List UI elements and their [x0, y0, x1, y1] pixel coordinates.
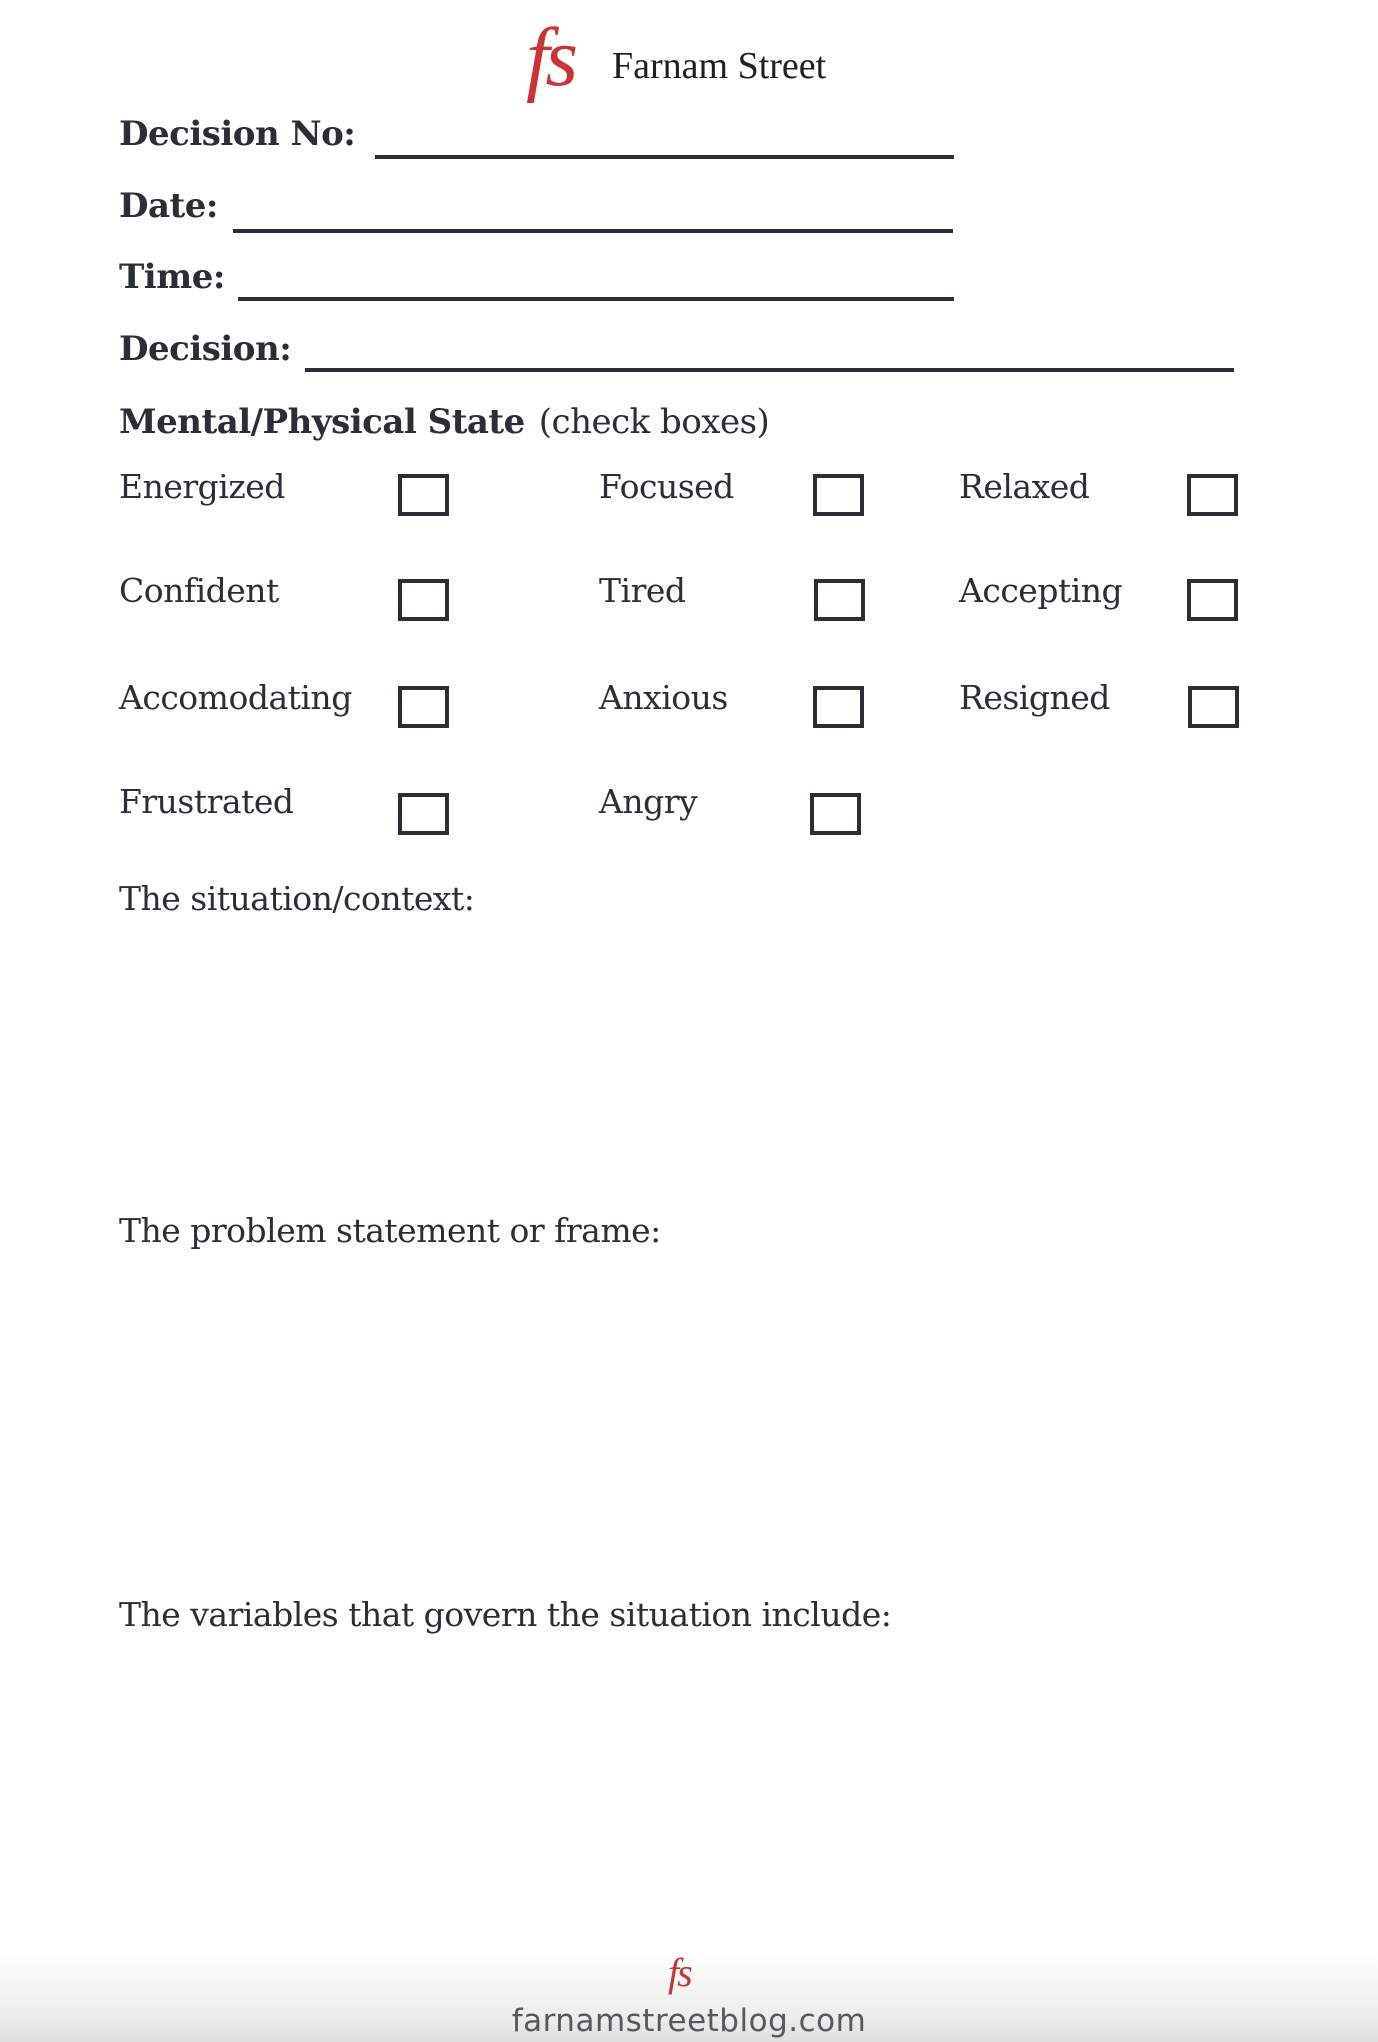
state-label-frustrated: Frustrated: [119, 782, 294, 821]
checkbox-frustrated[interactable]: [398, 793, 449, 835]
state-label-relaxed: Relaxed: [959, 467, 1090, 506]
checkbox-accepting[interactable]: [1187, 579, 1238, 621]
state-label-energized: Energized: [119, 467, 285, 506]
state-label-focused: Focused: [599, 467, 734, 506]
footer-url: farnamstreetblog.com: [511, 2003, 867, 2039]
mental-state-heading: Mental/Physical State (check boxes): [119, 402, 770, 442]
time-field[interactable]: [238, 297, 954, 301]
date-field[interactable]: [233, 229, 953, 233]
decision-field[interactable]: [305, 368, 1234, 372]
decision-no-label: Decision No:: [119, 114, 356, 154]
state-label-resigned: Resigned: [959, 678, 1110, 717]
mental-state-hint: (check boxes): [538, 402, 770, 442]
mental-state-title: Mental/Physical State: [119, 402, 525, 442]
state-label-anxious: Anxious: [599, 678, 728, 717]
situation-label: The situation/context:: [119, 879, 475, 918]
state-label-angry: Angry: [599, 782, 698, 821]
variables-label: The variables that govern the situation …: [119, 1595, 892, 1634]
variables-answer-area[interactable]: [119, 1646, 1239, 1936]
decision-label: Decision:: [119, 329, 292, 369]
checkbox-confident[interactable]: [398, 579, 449, 621]
checkbox-energized[interactable]: [398, 474, 449, 516]
situation-answer-area[interactable]: [119, 930, 1239, 1200]
problem-answer-area[interactable]: [119, 1262, 1239, 1582]
checkbox-focused[interactable]: [813, 474, 864, 516]
time-label: Time:: [119, 257, 225, 297]
checkbox-resigned[interactable]: [1188, 686, 1239, 728]
state-label-accomodating: Accomodating: [119, 678, 352, 717]
checkbox-anxious[interactable]: [813, 686, 864, 728]
brand-name: Farnam Street: [612, 45, 827, 87]
fs-logo-icon: fs: [526, 11, 578, 104]
decision-no-field[interactable]: [375, 155, 954, 159]
date-label: Date:: [119, 186, 218, 226]
state-label-confident: Confident: [119, 571, 279, 610]
state-label-accepting: Accepting: [959, 571, 1123, 610]
footer-fs-logo-icon: fs: [668, 1950, 693, 1995]
checkbox-relaxed[interactable]: [1187, 474, 1238, 516]
checkbox-angry[interactable]: [810, 793, 861, 835]
problem-label: The problem statement or frame:: [119, 1211, 661, 1250]
checkbox-accomodating[interactable]: [398, 686, 449, 728]
state-label-tired: Tired: [599, 571, 686, 610]
checkbox-tired[interactable]: [814, 579, 865, 621]
